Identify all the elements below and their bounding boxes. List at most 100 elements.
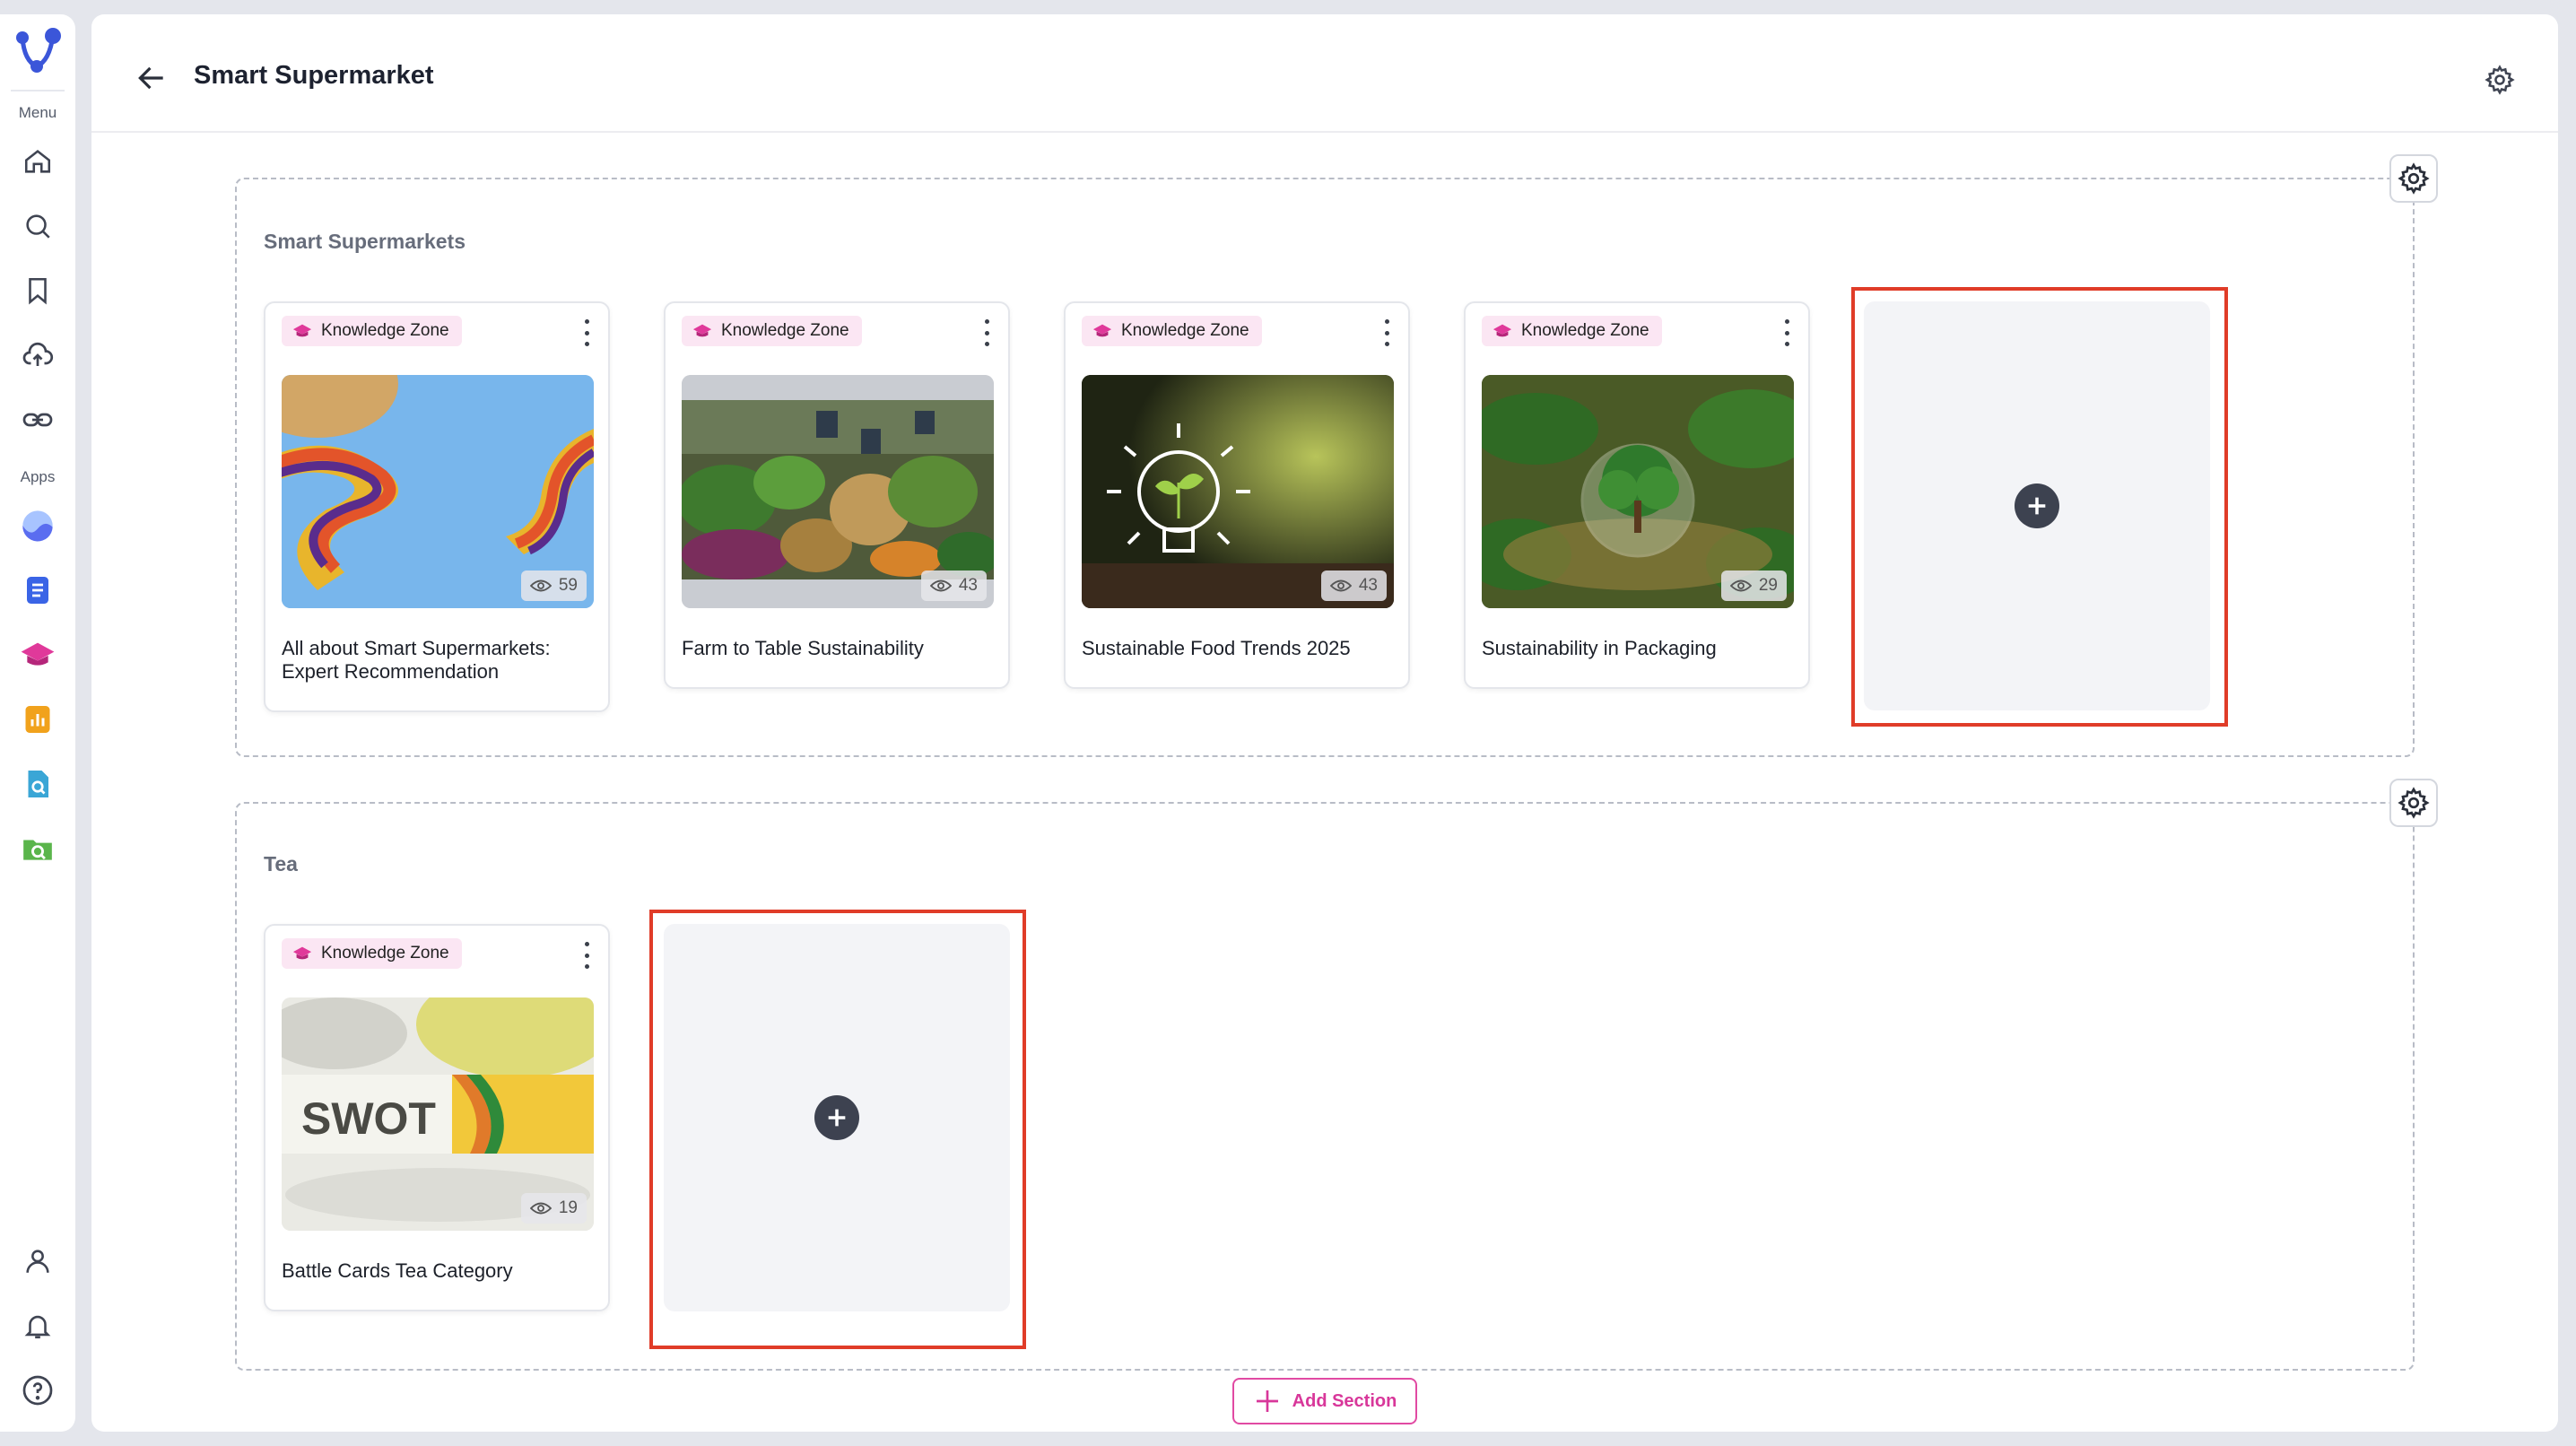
view-count: 29 [1720,571,1787,601]
badge-label: Knowledge Zone [1121,321,1249,340]
search-icon [26,214,50,239]
gear-icon [2485,65,2515,95]
view-count: 43 [920,571,987,601]
view-count: 43 [1320,571,1387,601]
sidebar-app-doc-search[interactable] [11,757,65,811]
back-button[interactable] [133,59,170,97]
menu-label: Menu [18,104,57,121]
graduation-cap-icon [1092,324,1112,337]
card-thumbnail: SWOT 19 [282,997,594,1231]
doc-search-app-icon [28,771,48,797]
knowledge-zone-badge: Knowledge Zone [1082,316,1262,346]
badge-label: Knowledge Zone [1521,321,1649,340]
card-thumbnail: 29 [1482,375,1794,608]
sidebar-item-bookmarks[interactable] [11,264,65,318]
card-menu-button[interactable] [981,319,992,346]
content-card[interactable]: Knowledge Zone 59 All about Smart Superm… [264,301,610,712]
sidebar-item-upload[interactable] [11,328,65,382]
content-card[interactable]: Knowledge Zone [664,301,1010,689]
main-panel: Smart Supermarket Smart Supermarkets Kno… [91,14,2558,1432]
sidebar-item-profile[interactable] [11,1234,65,1288]
sidebar-app-charts[interactable] [11,693,65,746]
arrow-left-icon [138,66,163,90]
badge-label: Knowledge Zone [321,321,449,340]
user-icon [26,1250,49,1273]
card-title: Farm to Table Sustainability [682,637,924,659]
graduation-cap-icon [292,324,312,337]
card-thumbnail: 43 [682,375,994,608]
eye-icon [529,579,552,592]
sidebar-app-knowledge-zone[interactable] [11,628,65,682]
app-logo[interactable] [10,23,65,79]
highlight-box [649,910,1026,1349]
sidebar: Menu Apps [0,14,75,1432]
section-settings-button[interactable] [2389,779,2438,827]
document-app-icon [27,577,48,604]
add-section-button[interactable]: Add Section [1232,1378,1417,1424]
sidebar-item-search[interactable] [11,199,65,253]
sidebar-bottom [11,1229,65,1423]
view-count: 19 [520,1193,587,1224]
knowledge-zone-badge: Knowledge Zone [282,316,462,346]
chart-app-icon [25,706,50,733]
sidebar-item-notifications[interactable] [11,1299,65,1353]
sidebar-item-links[interactable] [11,393,65,447]
section-smart-supermarkets: Smart Supermarkets Knowledge Zone 59 All… [235,154,2438,757]
folder-search-app-icon [23,840,52,860]
knowledge-zone-badge: Knowledge Zone [282,938,462,969]
link-icon [22,413,53,427]
graduation-cap-icon [292,946,312,960]
card-title: All about Smart Supermarkets: Expert Rec… [282,637,551,683]
eye-icon [529,1202,552,1215]
card-title: Sustainable Food Trends 2025 [1082,637,1351,659]
home-icon [24,150,51,173]
card-thumbnail: 59 [282,375,594,608]
section-tea: Tea Knowledge Zone SWOT 19 Battle Cards … [235,779,2438,1371]
knowledge-zone-badge: Knowledge Zone [682,316,862,346]
gear-icon [2398,162,2430,195]
content-card[interactable]: Knowledge Zone SWOT 19 Battle Cards Tea … [264,924,610,1311]
apps-label: Apps [20,468,56,485]
card-menu-button[interactable] [1781,319,1792,346]
sidebar-item-home[interactable] [11,135,65,188]
sidebar-app-wave[interactable] [11,499,65,553]
knowledge-zone-badge: Knowledge Zone [1482,316,1662,346]
sidebar-app-documents[interactable] [11,563,65,617]
wave-app-icon [22,510,53,542]
plus-icon [1256,1390,1278,1412]
add-section-label: Add Section [1292,1390,1397,1411]
card-title: Battle Cards Tea Category [282,1259,513,1282]
upload-cloud-icon [22,342,54,366]
view-count: 59 [520,571,587,601]
card-thumbnail: 43 [1082,375,1394,608]
sidebar-app-folder-search[interactable] [11,822,65,875]
page-title: Smart Supermarket [194,61,434,90]
card-menu-button[interactable] [581,942,592,969]
card-menu-button[interactable] [1381,319,1392,346]
page-settings-button[interactable] [2485,65,2515,95]
swot-text: SWOT [301,1093,436,1144]
graduation-cap-icon [692,324,712,337]
graduation-cap-icon [1493,324,1512,337]
eye-icon [1729,579,1752,592]
eye-icon [929,579,952,592]
badge-label: Knowledge Zone [321,944,449,963]
section-title: Smart Supermarkets [264,230,466,253]
sidebar-divider [11,90,65,91]
badge-label: Knowledge Zone [721,321,849,340]
section-settings-button[interactable] [2389,154,2438,203]
card-title: Sustainability in Packaging [1482,637,1717,659]
bookmark-icon [29,277,47,305]
section-title: Tea [264,852,298,875]
gear-icon [2398,787,2430,819]
sidebar-item-help[interactable] [11,1363,65,1417]
help-icon [22,1375,53,1406]
page-header: Smart Supermarket [91,14,2558,133]
highlight-box [1851,287,2228,727]
content-card[interactable]: Knowledge Zone [1064,301,1410,689]
card-menu-button[interactable] [581,319,592,346]
content-card[interactable]: Knowledge Zone [1464,301,1810,689]
knowledge-zone-app-icon [21,642,55,666]
bell-icon [24,1315,51,1339]
eye-icon [1329,579,1352,592]
